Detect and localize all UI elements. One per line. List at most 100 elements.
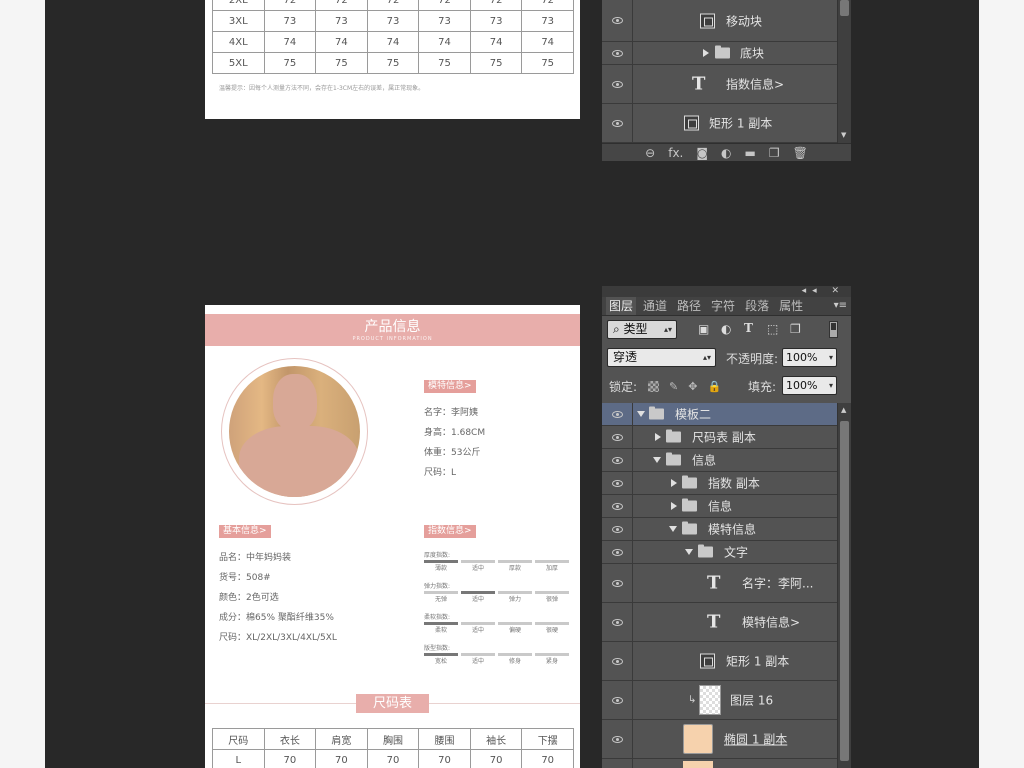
layer-row-rect-copy[interactable]: 矩形 1 副本 — [602, 104, 837, 143]
layer-row-layer-16[interactable]: ↳ 图层 16 — [602, 681, 837, 720]
layer-name: 模特信息 — [708, 522, 757, 537]
mask-icon[interactable]: ◙ — [696, 146, 708, 160]
layer-row-text-group[interactable]: 文字 — [602, 541, 837, 564]
visibility-eye-icon[interactable] — [602, 642, 633, 680]
tab-properties[interactable]: 属性 — [776, 297, 806, 315]
layer-row-info-sub[interactable]: 信息 — [602, 495, 837, 518]
layer-row-info[interactable]: 信息 — [602, 449, 837, 472]
panel-menu-icon[interactable]: ▾≡ — [834, 300, 847, 311]
scrollbar-thumb[interactable] — [840, 421, 849, 761]
lock-all-icon[interactable]: 🔒 — [707, 380, 721, 393]
model-height: 身高：1.68CM — [424, 428, 486, 438]
lock-move-icon[interactable]: ✥ — [688, 380, 697, 393]
layer-name: 矩形 1 副本 — [709, 116, 773, 131]
size-table-cell: 73 — [315, 10, 368, 32]
scroll-up-icon[interactable]: ▲ — [841, 406, 846, 414]
adjustment-icon[interactable]: ◐ — [721, 146, 731, 160]
metric-option: 无弹 — [434, 596, 447, 603]
collapse-arrow-icon[interactable] — [669, 526, 677, 532]
tab-paragraph[interactable]: 段落 — [742, 297, 772, 315]
expand-arrow-icon[interactable] — [671, 502, 677, 510]
folder-icon — [682, 498, 697, 512]
visibility-eye-icon[interactable] — [602, 720, 633, 758]
layer-row-name-text[interactable]: T 名字：李阿... — [602, 564, 837, 603]
metric-label: 柔软指数: — [424, 614, 451, 621]
search-icon: ⌕ — [613, 322, 624, 336]
visibility-eye-icon[interactable] — [602, 518, 633, 540]
layer-row-index-text[interactable]: T 指数信息> — [602, 65, 837, 104]
lock-paint-icon[interactable]: ✎ — [669, 380, 678, 393]
layer-row-ellipse-copy[interactable]: 椭圆 1 副本 — [602, 720, 837, 759]
layer-row-size-table-copy[interactable]: 尺码表 副本 — [602, 426, 837, 449]
visibility-eye-icon[interactable] — [602, 564, 633, 602]
layer-row-rect-copy[interactable]: 矩形 1 副本 — [602, 642, 837, 681]
size-table-cell: 5XL — [212, 52, 265, 74]
opacity-input[interactable]: 100% ▾ — [782, 348, 837, 367]
size-table-top: 2XL 72 72 72 72 72 72 3XL 73 73 73 73 73 73 4XL 74 74 74 7… — [212, 0, 574, 74]
filter-toggle[interactable] — [829, 321, 838, 338]
visibility-eye-icon[interactable] — [602, 403, 633, 425]
blend-mode-dropdown[interactable]: 穿透 ▴▾ — [607, 348, 716, 367]
layer-row-model-info[interactable]: 模特信息 — [602, 518, 837, 541]
expand-arrow-icon[interactable] — [703, 49, 709, 57]
new-layer-icon[interactable]: ❐ — [769, 146, 780, 160]
filter-pixel-icon[interactable]: ▣ — [698, 322, 709, 336]
visibility-eye-icon[interactable] — [602, 472, 633, 494]
tab-paths[interactable]: 路径 — [674, 297, 704, 315]
layers-scrollbar[interactable]: ▲ — [837, 403, 851, 768]
layer-row-template-two[interactable]: 模板二 — [602, 403, 837, 426]
tab-layers[interactable]: 图层 — [606, 297, 637, 315]
scroll-down-icon[interactable]: ▼ — [841, 131, 846, 139]
product-sku: 货号：508# — [219, 573, 271, 583]
visibility-eye-icon[interactable] — [602, 681, 633, 719]
metric-option: 柔软 — [434, 627, 447, 634]
layers-scrollbar[interactable]: ▼ — [837, 0, 851, 143]
filter-type-icon[interactable]: T — [744, 321, 753, 335]
expand-arrow-icon[interactable] — [671, 479, 677, 487]
visibility-eye-icon[interactable] — [602, 495, 633, 517]
layer-row-index-copy[interactable]: 指数 副本 — [602, 472, 837, 495]
collapse-arrow-icon[interactable] — [653, 457, 661, 463]
size-table-cell: 70 — [521, 749, 574, 768]
model-name: 名字：李阿姨 — [424, 408, 479, 418]
lock-label: 锁定: — [609, 380, 638, 394]
lock-transparency-icon[interactable] — [648, 381, 659, 392]
tab-character[interactable]: 字符 — [708, 297, 738, 315]
visibility-eye-icon[interactable] — [602, 541, 633, 563]
collapse-arrow-icon[interactable] — [685, 549, 693, 555]
size-table-cell: 73 — [469, 10, 523, 32]
size-table-cell: 74 — [418, 31, 471, 53]
visibility-eye-icon[interactable] — [602, 104, 633, 142]
fill-input[interactable]: 100% ▾ — [782, 376, 837, 395]
trash-icon[interactable]: 🗑 — [793, 146, 808, 160]
document-canvas-top[interactable]: 2XL 72 72 72 72 72 72 3XL 73 73 73 73 73 73 4XL 74 74 74 7… — [205, 0, 580, 119]
filter-shape-icon[interactable]: ⬚ — [767, 322, 778, 336]
layer-row-base-block[interactable]: 底块 — [602, 42, 837, 65]
scrollbar-thumb[interactable] — [840, 0, 849, 16]
fx-icon[interactable]: fx. — [668, 146, 683, 160]
document-canvas-bottom[interactable]: 产品信息 PRODUCT INFORMATION 模特信息> 名字：李阿姨 身高… — [205, 305, 580, 768]
filter-smart-object-icon[interactable]: ❐ — [790, 322, 801, 336]
visibility-eye-icon[interactable] — [602, 449, 633, 471]
visibility-eye-icon[interactable] — [602, 65, 633, 103]
visibility-eye-icon[interactable] — [602, 603, 633, 641]
visibility-eye-icon[interactable] — [602, 0, 633, 41]
layer-row-partial[interactable] — [602, 759, 837, 768]
group-icon[interactable]: ▬ — [745, 146, 756, 160]
folder-icon — [682, 521, 697, 535]
visibility-eye-icon[interactable] — [602, 42, 633, 64]
visibility-eye-icon[interactable] — [602, 426, 633, 448]
panel-window-buttons[interactable]: ◂◂ ✕ — [802, 286, 845, 296]
collapse-arrow-icon[interactable] — [637, 411, 645, 417]
link-icon[interactable]: ⊖ — [645, 146, 655, 160]
filter-adjustment-icon[interactable]: ◐ — [721, 322, 731, 336]
layer-row-model-info-text[interactable]: T 模特信息> — [602, 603, 837, 642]
layer-row-move-block[interactable]: 移动块 — [602, 0, 837, 42]
shape-layer-icon — [700, 653, 715, 669]
visibility-eye-icon[interactable] — [602, 759, 633, 768]
measurement-tip: 温馨提示：因每个人测量方法不同，会存在1-3CM左右的误差，属正常现象。 — [219, 85, 425, 92]
expand-arrow-icon[interactable] — [655, 433, 661, 441]
size-table-cell: 72 — [263, 0, 317, 11]
layer-filter-dropdown[interactable]: ⌕ 类型 ▴▾ — [607, 320, 677, 339]
tab-channels[interactable]: 通道 — [640, 297, 670, 315]
